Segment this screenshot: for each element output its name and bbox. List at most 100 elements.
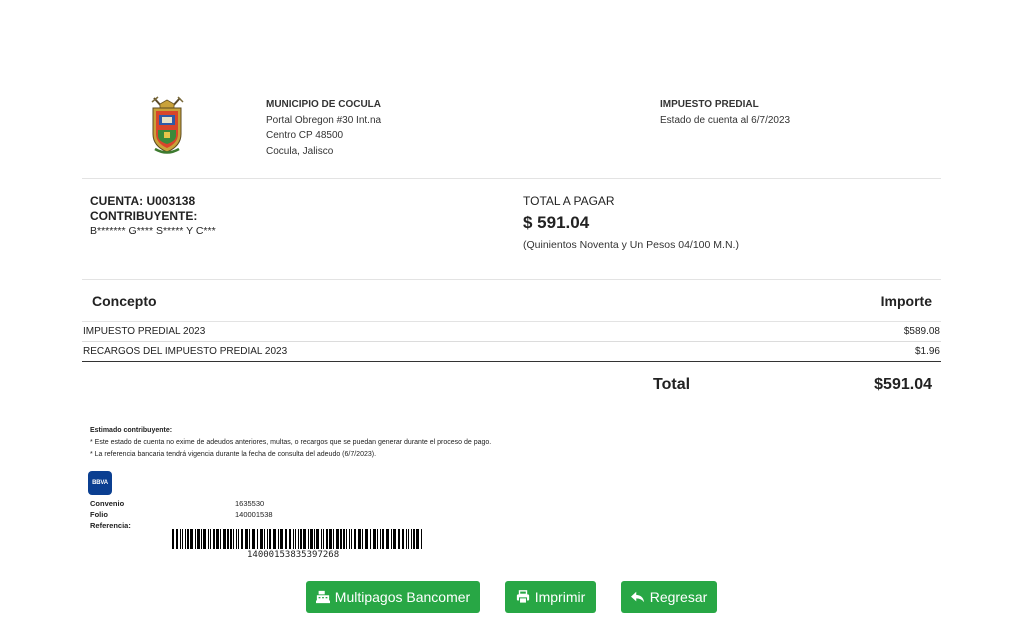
total-to-pay-label: TOTAL A PAGAR bbox=[523, 194, 615, 208]
folio-value: 140001538 bbox=[235, 510, 273, 519]
barcode-bar bbox=[208, 529, 209, 549]
barcode-bar bbox=[310, 529, 313, 549]
barcode-bar bbox=[336, 529, 339, 549]
row-importe: $1.96 bbox=[914, 346, 940, 357]
barcode-bar bbox=[176, 529, 178, 549]
barcode-bar bbox=[187, 529, 189, 549]
row-concepto: IMPUESTO PREDIAL 2023 bbox=[83, 326, 206, 337]
barcode-bar bbox=[260, 529, 263, 549]
reply-icon bbox=[630, 591, 644, 603]
barcode-bar bbox=[380, 529, 381, 549]
barcode-bar bbox=[386, 529, 389, 549]
total-label: Total bbox=[653, 376, 691, 393]
barcode-bar bbox=[269, 529, 271, 549]
barcode-bar bbox=[203, 529, 206, 549]
barcode-bar bbox=[402, 529, 404, 549]
barcode-bar bbox=[329, 529, 332, 549]
notes-line-1: * Este estado de cuenta no exime de adeu… bbox=[90, 439, 492, 446]
total-to-pay-words: (Quinientos Noventa y Un Pesos 04/100 M.… bbox=[523, 239, 739, 251]
imprimir-button[interactable]: Imprimir bbox=[505, 581, 596, 613]
barcode-bar bbox=[349, 529, 350, 549]
barcode-bar bbox=[230, 529, 232, 549]
header-divider bbox=[82, 178, 941, 179]
row-importe: $589.08 bbox=[903, 326, 940, 337]
barcode-bar bbox=[241, 529, 243, 549]
barcode-bar bbox=[267, 529, 268, 549]
concepto-header: Concepto bbox=[92, 293, 157, 309]
barcode-bar bbox=[411, 529, 412, 549]
barcode-bar bbox=[314, 529, 315, 549]
bank-labels: Convenio Folio Referencia: bbox=[90, 498, 131, 531]
regresar-button[interactable]: Regresar bbox=[621, 581, 717, 613]
bbva-logo: BBVA bbox=[88, 471, 112, 495]
convenio-value: 1635530 bbox=[235, 499, 265, 508]
imprimir-button-label: Imprimir bbox=[534, 589, 586, 605]
document-subtitle: Estado de cuenta al 6/7/2023 bbox=[660, 114, 791, 126]
barcode-bar bbox=[213, 529, 215, 549]
barcode-bar bbox=[238, 529, 239, 549]
regresar-button-label: Regresar bbox=[649, 589, 708, 605]
row-concepto: RECARGOS DEL IMPUESTO PREDIAL 2023 bbox=[83, 346, 288, 357]
barcode-bar bbox=[252, 529, 255, 549]
multipagos-bancomer-button[interactable]: Multipagos Bancomer bbox=[306, 581, 480, 613]
barcode-bar bbox=[245, 529, 248, 549]
barcode-bar bbox=[408, 529, 409, 549]
table-row: RECARGOS DEL IMPUESTO PREDIAL 2023 $1.96 bbox=[82, 342, 941, 362]
barcode-bar bbox=[195, 529, 196, 549]
barcode-bar bbox=[300, 529, 302, 549]
barcode-bar bbox=[210, 529, 211, 549]
barcode-bar bbox=[180, 529, 181, 549]
referencia-label: Referencia: bbox=[90, 521, 131, 530]
contribuyente-label: CONTRIBUYENTE: bbox=[90, 209, 198, 223]
barcode-bar bbox=[227, 529, 229, 549]
reference-barcode bbox=[172, 529, 422, 549]
barcode-bar bbox=[323, 529, 324, 549]
account-info: CUENTA: U003138 CONTRIBUYENTE: B******* … bbox=[90, 194, 216, 239]
total-to-pay-amount: $ 591.04 bbox=[523, 213, 590, 232]
barcode-bar bbox=[264, 529, 265, 549]
barcode-bar bbox=[340, 529, 342, 549]
barcode-bar bbox=[303, 529, 306, 549]
barcode-bar bbox=[273, 529, 276, 549]
barcode-bar bbox=[406, 529, 407, 549]
barcode-bar bbox=[391, 529, 392, 549]
barcode-bar bbox=[236, 529, 237, 549]
barcode-bar bbox=[216, 529, 219, 549]
barcode-bar bbox=[197, 529, 200, 549]
barcode-bar bbox=[308, 529, 309, 549]
barcode-bar bbox=[393, 529, 396, 549]
municipality-name: MUNICIPIO DE COCULA bbox=[266, 99, 381, 110]
barcode-bar bbox=[373, 529, 376, 549]
barcode-bar bbox=[413, 529, 415, 549]
document-title: IMPUESTO PREDIAL bbox=[660, 99, 759, 110]
barcode-bar bbox=[351, 529, 352, 549]
municipality-address-line-3: Cocula, Jalisco bbox=[266, 145, 334, 157]
barcode-bar bbox=[398, 529, 400, 549]
notes-heading: Estimado contribuyente: bbox=[90, 427, 173, 434]
multipagos-button-label: Multipagos Bancomer bbox=[334, 589, 471, 605]
barcode-bar bbox=[185, 529, 186, 549]
notes-line-2: * La referencia bancaria tendrá vigencia… bbox=[90, 451, 377, 458]
importe-header: Importe bbox=[880, 293, 932, 309]
total-to-pay-block: TOTAL A PAGAR $ 591.04 (Quinientos Noven… bbox=[523, 194, 739, 251]
cuenta-label: CUENTA: U003138 bbox=[90, 194, 196, 208]
barcode-bar bbox=[346, 529, 347, 549]
barcode-bar bbox=[223, 529, 226, 549]
total-value: $591.04 bbox=[874, 376, 932, 393]
cash-register-icon bbox=[315, 590, 330, 604]
barcode-bar bbox=[285, 529, 287, 549]
municipality-address-line-2: Centro CP 48500 bbox=[266, 130, 344, 141]
municipality-address-line-1: Portal Obregon #30 Int.na bbox=[266, 114, 382, 126]
barcode-bar bbox=[182, 529, 183, 549]
convenio-label: Convenio bbox=[90, 499, 125, 508]
barcode-number: 14000153835397268 bbox=[247, 550, 340, 560]
barcode-bar bbox=[354, 529, 356, 549]
contribuyente-name: B******* G**** S***** Y C*** bbox=[90, 225, 216, 237]
barcode-bar bbox=[220, 529, 221, 549]
notes-block: Estimado contribuyente: * Este estado de… bbox=[90, 425, 491, 461]
barcode-bar bbox=[298, 529, 299, 549]
barcode-bar bbox=[280, 529, 283, 549]
barcode-bar bbox=[293, 529, 294, 549]
barcode-bar bbox=[421, 529, 422, 549]
print-icon bbox=[516, 590, 529, 604]
